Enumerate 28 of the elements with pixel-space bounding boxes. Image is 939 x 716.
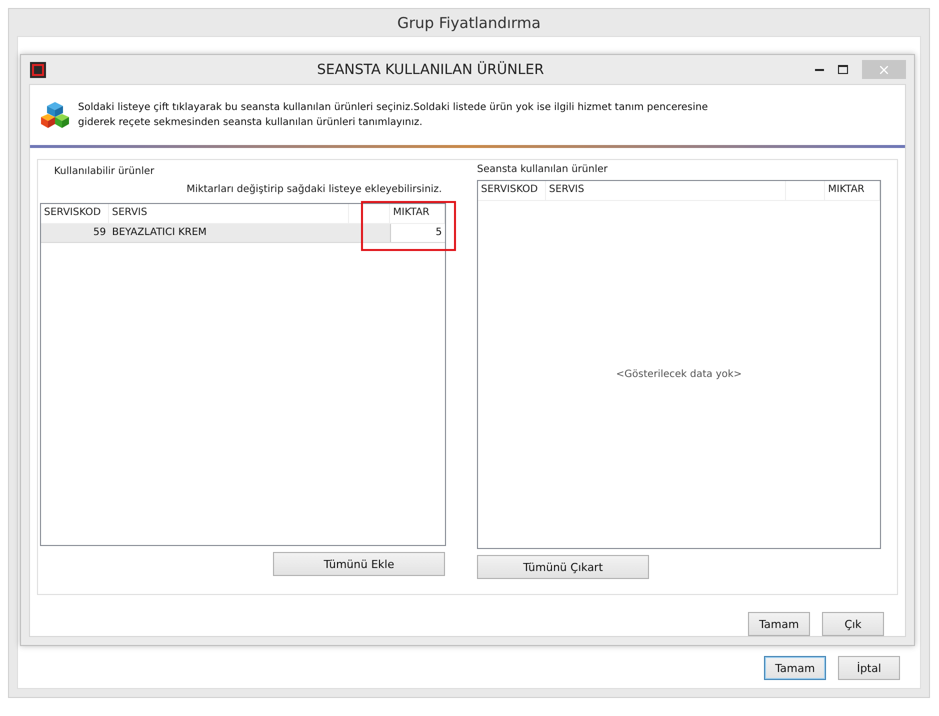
column-header[interactable]: MIKTAR xyxy=(390,204,445,223)
quantity-field[interactable]: 5 xyxy=(390,224,445,242)
maximize-icon[interactable] xyxy=(838,65,848,74)
table-cell-text: 59 xyxy=(92,226,107,240)
dialog-button[interactable]: Çık xyxy=(822,612,884,636)
empty-message: <Gösterilecek data yok> xyxy=(616,369,742,380)
table-row[interactable]: 59 BEYAZLATICI KREM 5 xyxy=(41,224,445,243)
close-icon xyxy=(880,66,888,74)
column-header[interactable]: MIKTAR xyxy=(825,181,880,200)
add-all-button[interactable]: Tümünü Ekle xyxy=(273,552,445,576)
table-cell-text: BEYAZLATICI KREM xyxy=(111,226,208,240)
remove-all-button[interactable]: Tümünü Çıkart xyxy=(477,555,649,579)
list-title: Seansta kullanılan ürünler xyxy=(477,164,609,175)
column-header[interactable]: SERVIS xyxy=(109,204,349,223)
info-text: Soldaki listeye çift tıklayarak bu seansta kullanılan ürünleri seçiniz.Soldaki listede ürün yok ise ilgili hizmet tanım penceresine giderek reçete sekmesinden seansta kullanılan ürünleri tanımlayınız. xyxy=(78,101,708,130)
dialog-button[interactable]: İptal xyxy=(838,656,900,680)
default-button[interactable]: Tamam xyxy=(764,656,826,680)
hint-text: Miktarları değiştirip sağdaki listeye ekleyebilirsiniz. xyxy=(186,184,442,195)
minimize-icon[interactable] xyxy=(815,68,824,70)
cubes-icon xyxy=(40,101,70,129)
window-title: Grup Fiyatlandırma xyxy=(397,14,541,32)
dialog-title: SEANSTA KULLANILAN ÜRÜNLER xyxy=(316,62,545,78)
column-header[interactable]: SERVISKOD xyxy=(41,204,109,223)
column-header[interactable]: SERVISKOD xyxy=(478,181,546,200)
app-icon xyxy=(30,62,46,78)
dialog-button[interactable]: Tamam xyxy=(748,612,810,636)
list-title: Kullanılabilir ürünler xyxy=(54,166,154,177)
column-header[interactable]: SERVIS xyxy=(546,181,786,200)
